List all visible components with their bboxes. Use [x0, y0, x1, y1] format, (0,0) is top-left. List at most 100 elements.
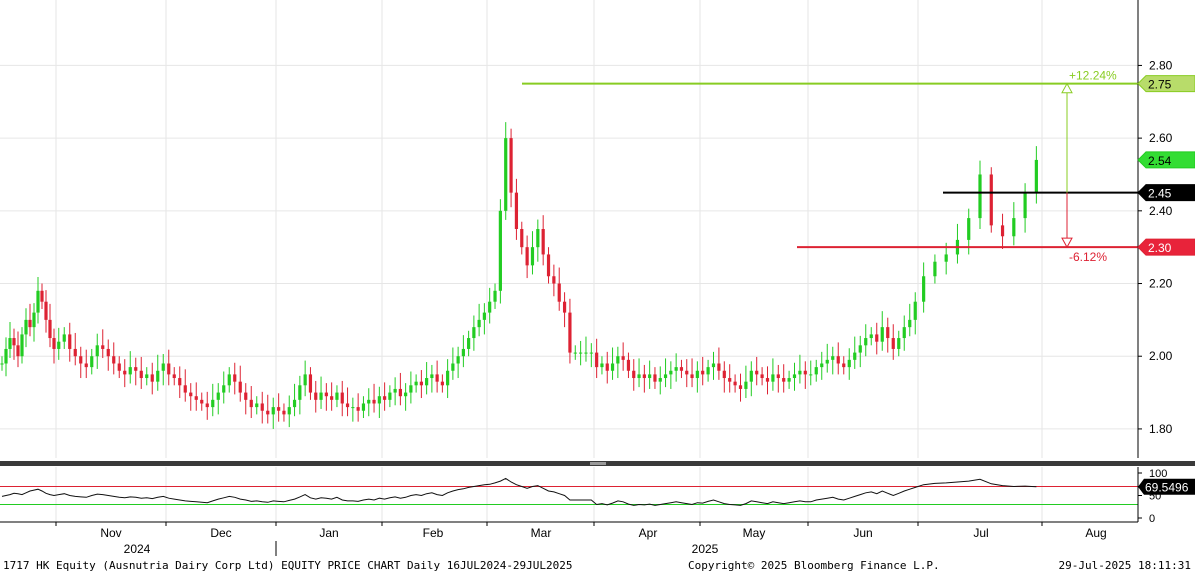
candle-body — [79, 356, 83, 364]
candle-body — [1034, 159, 1038, 193]
candle-body — [653, 374, 657, 382]
candle-body — [178, 378, 182, 386]
candle-body — [504, 138, 508, 211]
x-month-label-Apr: Apr — [639, 526, 658, 540]
level-tag-245-text: 2.45 — [1148, 187, 1172, 201]
candle-body — [367, 399, 371, 404]
candle-body — [579, 352, 583, 354]
rsi-axis-label-2: 0 — [1149, 513, 1155, 525]
candle-body — [520, 229, 524, 248]
candle-body — [541, 229, 545, 255]
candle-body — [287, 407, 291, 415]
level-tag-230-text: 2.30 — [1148, 241, 1172, 255]
candle-body — [658, 378, 662, 382]
candle-body — [744, 381, 748, 389]
candle-body — [292, 399, 297, 408]
candle-body — [864, 338, 868, 346]
candle-body — [36, 290, 40, 313]
candle-body — [787, 378, 791, 382]
candle-body — [514, 192, 519, 229]
candle-body — [792, 374, 797, 379]
x-month-label-Jul: Jul — [973, 526, 988, 540]
candle-body — [123, 370, 127, 375]
candle-body — [695, 370, 699, 379]
candle-body — [568, 312, 572, 353]
candle-body — [589, 352, 593, 354]
candle-body — [451, 363, 455, 371]
candle-body — [875, 334, 879, 342]
candle-body — [880, 327, 884, 342]
candle-body — [573, 352, 577, 354]
chart-footer: 1717 HK Equity (Ausnutria Dairy Corp Ltd… — [0, 558, 1195, 575]
candle-body — [595, 352, 599, 368]
candle-body — [1012, 218, 1016, 237]
candle-body — [546, 254, 551, 277]
candle-body — [836, 356, 840, 364]
price-axis-label-3: 2.20 — [1149, 277, 1173, 291]
candle-body — [419, 381, 423, 386]
candle-body — [913, 301, 917, 320]
candle-body — [244, 392, 248, 400]
candle-body — [922, 276, 926, 302]
footer-chart-description: 1717 HK Equity (Ausnutria Dairy Corp Ltd… — [3, 559, 573, 572]
candle-body — [172, 374, 176, 379]
candle-body — [616, 356, 620, 364]
candle-body — [409, 385, 413, 393]
candle-body — [260, 403, 264, 411]
candle-body — [679, 367, 684, 371]
candle-body — [446, 370, 450, 386]
candle-body — [776, 374, 780, 379]
candle-body — [989, 174, 993, 226]
footer-timestamp: 29-Jul-2025 18:11:31 — [1058, 559, 1191, 572]
candle-body — [642, 374, 646, 379]
candle-body — [205, 403, 209, 408]
price-axis-label-0: 2.80 — [1149, 58, 1173, 72]
candle-body — [461, 348, 465, 357]
candle-body — [728, 378, 732, 382]
candle-body — [128, 367, 132, 375]
candle-body — [842, 363, 846, 368]
candle-body — [101, 345, 105, 349]
x-month-label-Jan: Jan — [319, 526, 338, 540]
candle-body — [722, 370, 726, 379]
rsi-axis-label-0: 100 — [1149, 468, 1167, 480]
candle-body — [52, 338, 56, 349]
level-tag-254-text: 2.54 — [1148, 154, 1172, 168]
candle-body — [477, 319, 481, 328]
candle-body — [933, 261, 937, 277]
candle-body — [820, 363, 824, 368]
candle-body — [414, 381, 418, 386]
candle-body — [298, 385, 302, 400]
candle-body — [456, 356, 460, 364]
candle-body — [610, 363, 615, 371]
footer-copyright: Copyright© 2025 Bloomberg Finance L.P. — [688, 559, 940, 572]
candle-body — [1000, 225, 1005, 237]
candle-body — [978, 174, 982, 219]
candle-body — [134, 367, 138, 371]
candle-body — [308, 374, 313, 393]
candle-body — [356, 407, 360, 411]
candle-body — [831, 356, 835, 360]
rsi-value-tag-text: 69.5496 — [1145, 481, 1189, 495]
candle-body — [161, 363, 165, 371]
candle-body — [377, 396, 381, 404]
candle-body — [562, 301, 567, 313]
candle-body — [73, 348, 77, 357]
candle-body — [393, 388, 397, 393]
candle-body — [536, 229, 540, 248]
candle-body — [557, 283, 561, 302]
candle-body — [340, 392, 344, 404]
candle-body — [40, 290, 44, 302]
price-axis-label-1: 2.60 — [1149, 131, 1173, 145]
candle-body — [361, 403, 366, 411]
candle-body — [809, 374, 813, 376]
candle-body — [637, 374, 641, 379]
candle-body — [482, 312, 486, 320]
candle-body — [897, 338, 901, 349]
candle-body — [701, 370, 705, 375]
x-month-label-Nov: Nov — [100, 526, 121, 540]
candle-body — [584, 352, 588, 354]
candle-body — [20, 334, 24, 357]
x-month-label-Aug: Aug — [1085, 526, 1106, 540]
candle-body — [57, 341, 61, 349]
